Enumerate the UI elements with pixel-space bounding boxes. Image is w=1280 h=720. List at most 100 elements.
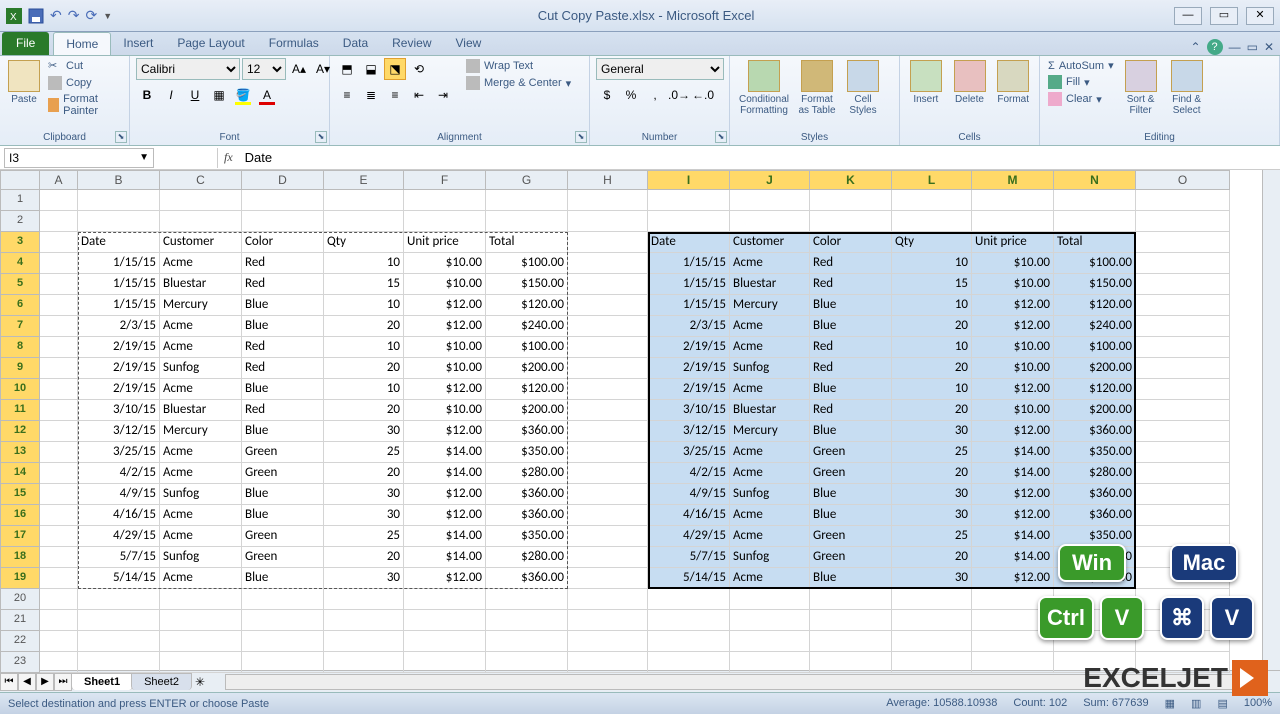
cell-J6[interactable]: Mercury	[730, 295, 810, 316]
row-header-8[interactable]: 8	[0, 337, 40, 358]
cell-G6[interactable]: $120.00	[486, 295, 568, 316]
cell-L13[interactable]: 25	[892, 442, 972, 463]
cell-K20[interactable]	[810, 589, 892, 610]
cell-N12[interactable]: $360.00	[1054, 421, 1136, 442]
qat-dropdown-icon[interactable]: ▼	[103, 11, 112, 21]
cell-L12[interactable]: 30	[892, 421, 972, 442]
cell-H10[interactable]	[568, 379, 648, 400]
cell-I15[interactable]: 4/9/15	[648, 484, 730, 505]
cell-E8[interactable]: 10	[324, 337, 404, 358]
cell-I1[interactable]	[648, 190, 730, 211]
cell-D22[interactable]	[242, 631, 324, 652]
cell-C12[interactable]: Mercury	[160, 421, 242, 442]
cell-L16[interactable]: 30	[892, 505, 972, 526]
cell-G15[interactable]: $360.00	[486, 484, 568, 505]
cell-D19[interactable]: Blue	[242, 568, 324, 589]
cell-F13[interactable]: $14.00	[404, 442, 486, 463]
cell-C11[interactable]: Bluestar	[160, 400, 242, 421]
cell-D1[interactable]	[242, 190, 324, 211]
percent-icon[interactable]: %	[620, 84, 642, 106]
merge-center-button[interactable]: Merge & Center ▾	[464, 75, 573, 91]
cell-C20[interactable]	[160, 589, 242, 610]
cell-E22[interactable]	[324, 631, 404, 652]
cell-O9[interactable]	[1136, 358, 1230, 379]
cell-M16[interactable]: $12.00	[972, 505, 1054, 526]
cell-E15[interactable]: 30	[324, 484, 404, 505]
cell-N11[interactable]: $200.00	[1054, 400, 1136, 421]
tab-page-layout[interactable]: Page Layout	[165, 32, 256, 55]
cell-J17[interactable]: Acme	[730, 526, 810, 547]
cell-L6[interactable]: 10	[892, 295, 972, 316]
cell-C7[interactable]: Acme	[160, 316, 242, 337]
cell-A14[interactable]	[40, 463, 78, 484]
cell-F6[interactable]: $12.00	[404, 295, 486, 316]
cell-B1[interactable]	[78, 190, 160, 211]
cell-E18[interactable]: 20	[324, 547, 404, 568]
row-header-13[interactable]: 13	[0, 442, 40, 463]
cell-I13[interactable]: 3/25/15	[648, 442, 730, 463]
cell-H3[interactable]	[568, 232, 648, 253]
cell-I7[interactable]: 2/3/15	[648, 316, 730, 337]
col-header-G[interactable]: G	[486, 170, 568, 190]
row-header-21[interactable]: 21	[0, 610, 40, 631]
cell-J20[interactable]	[730, 589, 810, 610]
cell-B9[interactable]: 2/19/15	[78, 358, 160, 379]
cell-F10[interactable]: $12.00	[404, 379, 486, 400]
cell-I5[interactable]: 1/15/15	[648, 274, 730, 295]
cell-D11[interactable]: Red	[242, 400, 324, 421]
cell-J19[interactable]: Acme	[730, 568, 810, 589]
align-top-icon[interactable]: ⬒	[336, 58, 358, 80]
cell-B19[interactable]: 5/14/15	[78, 568, 160, 589]
cell-D4[interactable]: Red	[242, 253, 324, 274]
cell-G18[interactable]: $280.00	[486, 547, 568, 568]
cell-L9[interactable]: 20	[892, 358, 972, 379]
orientation-icon[interactable]: ⟲	[408, 58, 430, 80]
cell-E10[interactable]: 10	[324, 379, 404, 400]
cell-L18[interactable]: 20	[892, 547, 972, 568]
cell-N9[interactable]: $200.00	[1054, 358, 1136, 379]
cell-C22[interactable]	[160, 631, 242, 652]
cell-O15[interactable]	[1136, 484, 1230, 505]
cell-J5[interactable]: Bluestar	[730, 274, 810, 295]
cell-J3[interactable]: Customer	[730, 232, 810, 253]
cell-D17[interactable]: Green	[242, 526, 324, 547]
minimize-ribbon-icon[interactable]: ⌃	[1191, 40, 1201, 54]
cell-L19[interactable]: 30	[892, 568, 972, 589]
view-pagebreak-icon[interactable]: ▤	[1217, 697, 1227, 710]
cell-H21[interactable]	[568, 610, 648, 631]
cell-L14[interactable]: 20	[892, 463, 972, 484]
cell-I19[interactable]: 5/14/15	[648, 568, 730, 589]
cell-A6[interactable]	[40, 295, 78, 316]
cell-E7[interactable]: 20	[324, 316, 404, 337]
cell-I11[interactable]: 3/10/15	[648, 400, 730, 421]
cell-G14[interactable]: $280.00	[486, 463, 568, 484]
cell-J13[interactable]: Acme	[730, 442, 810, 463]
cell-O3[interactable]	[1136, 232, 1230, 253]
row-header-18[interactable]: 18	[0, 547, 40, 568]
cell-K3[interactable]: Color	[810, 232, 892, 253]
sheet-tab-sheet1[interactable]: Sheet1	[71, 673, 133, 690]
cell-O1[interactable]	[1136, 190, 1230, 211]
cell-B17[interactable]: 4/29/15	[78, 526, 160, 547]
cell-M3[interactable]: Unit price	[972, 232, 1054, 253]
cell-G13[interactable]: $350.00	[486, 442, 568, 463]
cell-B18[interactable]: 5/7/15	[78, 547, 160, 568]
cell-D12[interactable]: Blue	[242, 421, 324, 442]
cell-K17[interactable]: Green	[810, 526, 892, 547]
cell-M19[interactable]: $12.00	[972, 568, 1054, 589]
cell-N7[interactable]: $240.00	[1054, 316, 1136, 337]
cell-O6[interactable]	[1136, 295, 1230, 316]
cell-A5[interactable]	[40, 274, 78, 295]
row-header-2[interactable]: 2	[0, 211, 40, 232]
cell-E17[interactable]: 25	[324, 526, 404, 547]
font-name-combo[interactable]: Calibri	[136, 58, 240, 80]
cell-A23[interactable]	[40, 652, 78, 673]
cell-B21[interactable]	[78, 610, 160, 631]
col-header-H[interactable]: H	[568, 170, 648, 190]
cell-C23[interactable]	[160, 652, 242, 673]
cell-G19[interactable]: $360.00	[486, 568, 568, 589]
cell-C17[interactable]: Acme	[160, 526, 242, 547]
cell-F14[interactable]: $14.00	[404, 463, 486, 484]
cell-F20[interactable]	[404, 589, 486, 610]
alignment-launcher[interactable]: ⬊	[575, 131, 587, 143]
